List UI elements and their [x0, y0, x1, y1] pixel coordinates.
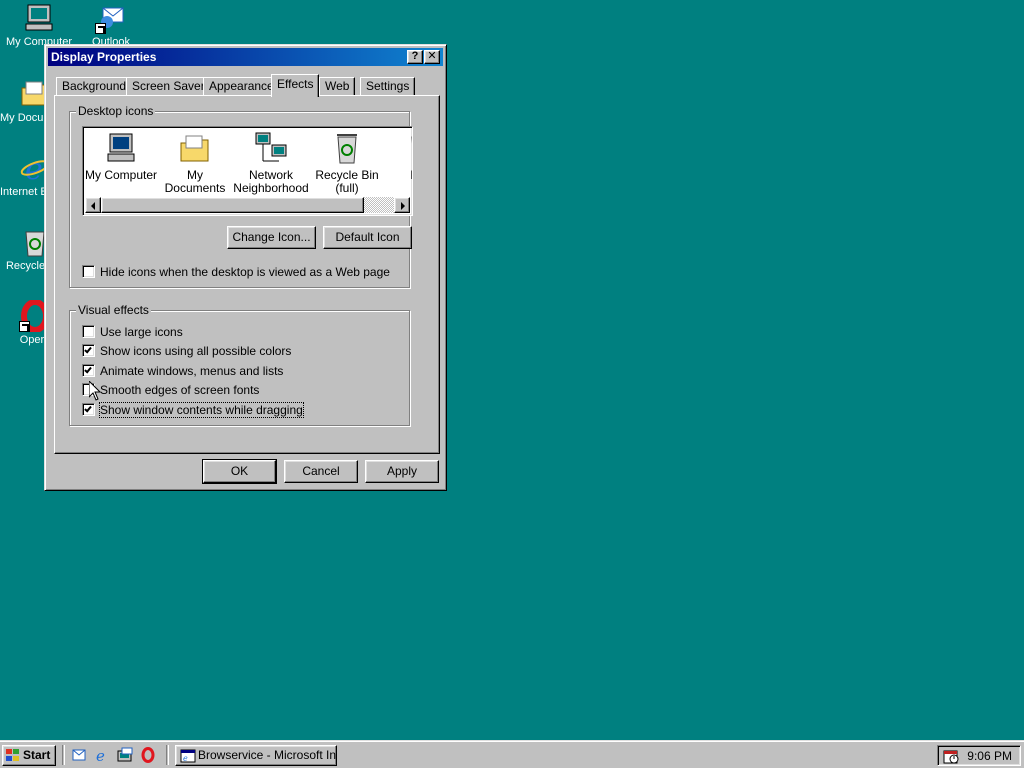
tab-settings[interactable]: Settings [360, 77, 416, 96]
hide-icons-label: Hide icons when the desktop is viewed as… [100, 265, 390, 279]
ok-button[interactable]: OK [202, 459, 277, 484]
desktop-icons-list[interactable]: My Computer My Documents Network Neighbo… [82, 126, 413, 216]
quick-launch-separator [166, 745, 169, 765]
visual-effects-group: Visual effects Use large icons Show icon… [69, 303, 410, 426]
animate-windows-label: Animate windows, menus and lists [100, 364, 284, 378]
help-button[interactable]: ? [407, 50, 423, 64]
smooth-fonts-label: Smooth edges of screen fonts [100, 383, 260, 397]
desktop-icon-outlook[interactable]: Outlook [76, 2, 146, 49]
list-item-label-line2: (full) [335, 181, 359, 195]
outlook-express-icon[interactable] [71, 747, 87, 763]
default-icon-button[interactable]: Default Icon [323, 226, 412, 249]
internet-explorer-icon[interactable]: e [94, 747, 110, 765]
use-large-icons-label: Use large icons [100, 325, 183, 339]
checkmark-icon [84, 365, 92, 374]
horizontal-scrollbar[interactable] [85, 197, 410, 213]
list-item[interactable]: My Documents [157, 131, 233, 195]
recycle-bin-full-icon [330, 131, 364, 165]
animate-windows-checkbox[interactable] [82, 364, 95, 377]
shortcut-arrow-icon [95, 23, 106, 34]
list-item[interactable]: Recycle Bin (full) [309, 131, 385, 195]
scroll-left-button[interactable] [85, 197, 101, 213]
recycle-bin-empty-icon [404, 131, 412, 165]
scroll-right-button[interactable] [394, 197, 410, 213]
scheduler-icon[interactable] [943, 748, 959, 764]
tab-web[interactable]: Web [319, 77, 356, 96]
tab-effects[interactable]: Effects [271, 74, 320, 97]
tab-appearance[interactable]: Appearance [203, 77, 280, 96]
change-icon-button[interactable]: Change Icon... [227, 226, 316, 249]
arrow-left-icon [91, 202, 95, 210]
tab-screen-saver[interactable]: Screen Saver [126, 77, 211, 96]
show-desktop-icon[interactable] [117, 747, 133, 763]
svg-text:e: e [96, 747, 105, 763]
close-button[interactable]: ✕ [424, 50, 440, 64]
shortcut-arrow-icon [19, 321, 30, 332]
folder-icon [178, 131, 212, 165]
desktop-icons-group: Desktop icons My Computer My Documents N… [69, 104, 413, 288]
start-button[interactable]: Start [2, 745, 56, 766]
tab-background[interactable]: Background [56, 77, 133, 96]
window-title: Display Properties [51, 50, 157, 64]
quick-launch-separator [62, 745, 65, 765]
list-item-label-line2: (e [383, 182, 412, 195]
window-contents-dragging-label: Show window contents while dragging [99, 402, 304, 418]
svg-text:e: e [183, 754, 188, 763]
group-title: Desktop icons [76, 104, 156, 118]
display-properties-window: Display Properties ? ✕ Background Screen… [44, 44, 447, 491]
desktop-icon-my-computer[interactable]: My Computer [4, 2, 74, 49]
group-title: Visual effects [76, 303, 151, 317]
taskbar-button-browservice[interactable]: e Browservice - Microsoft Int... [175, 745, 337, 766]
checkmark-icon [84, 404, 92, 413]
clock[interactable]: 9:06 PM [967, 749, 1012, 763]
my-computer-icon [104, 131, 138, 165]
list-item[interactable]: My Computer [83, 131, 159, 182]
list-item-label: Rec [383, 169, 412, 182]
opera-icon[interactable] [140, 747, 156, 763]
hide-icons-checkbox[interactable] [82, 265, 95, 278]
outlook-express-icon [95, 2, 127, 34]
task-label: Browservice - Microsoft Int... [198, 748, 337, 762]
scroll-thumb[interactable] [101, 197, 364, 213]
system-tray: 9:06 PM [937, 745, 1021, 766]
list-item-label: My Computer [84, 168, 158, 182]
network-neighborhood-icon [254, 131, 288, 165]
checkmark-icon [84, 345, 92, 354]
title-bar[interactable]: Display Properties ? ✕ [48, 48, 443, 66]
arrow-right-icon [401, 202, 405, 210]
list-item-label-line2: Neighborhood [233, 181, 309, 195]
apply-button[interactable]: Apply [365, 460, 439, 483]
browser-window-icon: e [180, 748, 196, 764]
list-item-label: My Documents [164, 168, 226, 195]
windows-logo-icon [6, 749, 21, 762]
all-colors-label: Show icons using all possible colors [100, 344, 292, 358]
my-computer-icon [23, 2, 55, 34]
svg-text:e: e [25, 152, 43, 184]
mouse-cursor-icon [89, 381, 101, 401]
start-label: Start [23, 748, 51, 762]
all-colors-checkbox[interactable] [82, 344, 95, 357]
cancel-button[interactable]: Cancel [284, 460, 358, 483]
list-item[interactable]: Rec (e [383, 131, 412, 195]
effects-tab-panel: Desktop icons My Computer My Documents N… [54, 95, 440, 454]
taskbar: Start e e Browservice - Microsoft Int...… [0, 740, 1024, 768]
use-large-icons-checkbox[interactable] [82, 325, 95, 338]
window-contents-dragging-checkbox[interactable] [82, 403, 95, 416]
list-item[interactable]: Network Neighborhood [233, 131, 309, 195]
